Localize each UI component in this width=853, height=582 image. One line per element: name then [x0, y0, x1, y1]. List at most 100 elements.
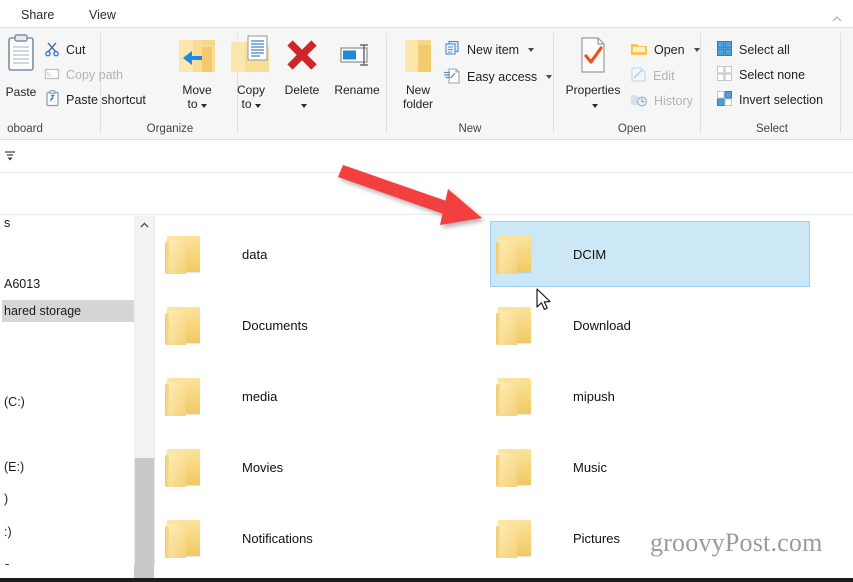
- new-item-button[interactable]: New item: [443, 39, 535, 61]
- invert-selection-button-label: Invert selection: [739, 93, 824, 107]
- sidebar-item-oneplus-a6013[interactable]: A6013: [2, 273, 40, 295]
- group-separator: [553, 33, 554, 133]
- red-x-icon: [279, 34, 325, 80]
- sidebar-item-internal-shared-storage[interactable]: hared storage: [2, 300, 134, 322]
- ribbon-options-icon[interactable]: [3, 149, 19, 163]
- sidebar-item-drive-c[interactable]: (C:): [2, 391, 25, 413]
- new-folder-button[interactable]: New folder: [390, 34, 446, 111]
- edit-pencil-icon: [630, 66, 647, 86]
- folder-icon: [491, 514, 537, 562]
- open-button-label: Open: [654, 43, 685, 57]
- sidebar-item-5[interactable]: ): [2, 488, 8, 510]
- bottom-spacer: [0, 565, 853, 578]
- edit-button[interactable]: Edit: [630, 65, 675, 87]
- tab-view-label: View: [89, 8, 116, 22]
- open-folder-icon: [630, 41, 648, 60]
- list-item[interactable]: mipush: [491, 363, 809, 429]
- copy-path-button[interactable]: \\.. Copy path: [44, 64, 123, 86]
- new-item-button-label: New item: [467, 43, 520, 57]
- tab-share[interactable]: Share: [12, 4, 63, 26]
- paste-shortcut-button[interactable]: Paste shortcut: [44, 89, 146, 111]
- group-label-open: Open: [617, 123, 647, 135]
- move-to-button[interactable]: Move to: [168, 34, 226, 111]
- easy-access-button[interactable]: Easy access: [443, 66, 553, 88]
- list-item-selected[interactable]: DCIM: [490, 221, 810, 287]
- caret-down-icon: [528, 48, 535, 52]
- group-separator: [386, 33, 387, 133]
- group-label-new: New: [458, 123, 482, 135]
- invert-selection-button[interactable]: Invert selection: [716, 89, 823, 111]
- select-none-button[interactable]: Select none: [716, 64, 805, 86]
- paste-shortcut-button-label: Paste shortcut: [66, 93, 146, 107]
- scrollbar-thumb-bottom[interactable]: [134, 565, 154, 578]
- list-item[interactable]: media: [160, 363, 478, 429]
- properties-caret-row: [558, 97, 628, 111]
- delete-button-label: Delete: [284, 83, 320, 97]
- chevron-up-icon[interactable]: [135, 216, 154, 234]
- svg-text:\\..: \\..: [47, 72, 54, 78]
- folder-icon: [160, 514, 206, 562]
- file-list[interactable]: data Documents media Movies Notification…: [155, 216, 853, 578]
- cut-button[interactable]: Cut: [44, 39, 85, 61]
- folder-icon: [491, 230, 537, 278]
- new-folder-icon: [395, 34, 441, 80]
- caret-down-icon: [300, 104, 307, 108]
- caret-down-icon: [693, 48, 700, 52]
- list-item[interactable]: Documents: [160, 292, 478, 358]
- list-item[interactable]: Notifications: [160, 505, 478, 571]
- delete-button[interactable]: Delete: [274, 34, 330, 111]
- select-none-icon: [716, 65, 733, 85]
- copy-to-button[interactable]: Copy to: [222, 34, 280, 111]
- easy-access-button-label: Easy access: [467, 70, 538, 84]
- rename-button[interactable]: Rename: [328, 34, 386, 97]
- folder-icon: [491, 301, 537, 349]
- properties-button-label: Properties: [565, 83, 621, 97]
- folder-move-icon: [172, 34, 222, 80]
- sidebar-item-drive-e[interactable]: (E:): [2, 456, 24, 478]
- folder-icon: [160, 301, 206, 349]
- rename-button-label: Rename: [334, 83, 380, 97]
- group-separator: [700, 33, 701, 133]
- list-item[interactable]: Movies: [160, 434, 478, 500]
- tab-view[interactable]: View: [80, 4, 125, 26]
- copy-to-button-label-2: to: [222, 97, 280, 111]
- list-item-label: Music: [573, 459, 607, 475]
- folder-icon: [160, 443, 206, 491]
- red-pointer-arrow: [330, 155, 510, 235]
- mouse-cursor: [536, 288, 554, 314]
- navigation-pane-scrollbar[interactable]: [134, 216, 154, 578]
- delete-caret-row: [274, 97, 330, 111]
- sidebar-item-6[interactable]: :): [2, 521, 12, 543]
- scrollbar-thumb[interactable]: [135, 458, 154, 576]
- select-all-button-label: Select all: [739, 43, 790, 57]
- folder-icon: [160, 230, 206, 278]
- caret-down-icon: [591, 104, 598, 108]
- cut-button-label: Cut: [66, 43, 86, 57]
- copy-path-icon: \\..: [44, 66, 60, 85]
- move-to-label-text: to: [187, 97, 198, 111]
- list-item-label: DCIM: [573, 246, 607, 262]
- chevron-up-icon[interactable]: [830, 12, 844, 26]
- properties-button[interactable]: Properties: [558, 34, 628, 111]
- folder-copy-icon: [226, 34, 276, 80]
- copy-to-button-label-1: Copy: [236, 83, 265, 97]
- list-item[interactable]: Music: [491, 434, 809, 500]
- select-none-button-label: Select none: [739, 68, 806, 82]
- caret-down-icon: [200, 104, 207, 108]
- list-item-label: mipush: [573, 388, 615, 404]
- select-all-button[interactable]: Select all: [716, 39, 790, 61]
- navigation-pane[interactable]: s A6013 hared storage (C:) (E:) ) :) s: [0, 216, 134, 578]
- select-all-icon: [716, 40, 733, 60]
- open-button[interactable]: Open: [630, 39, 700, 61]
- caret-down-icon: [254, 104, 261, 108]
- clipboard-icon: [0, 34, 42, 82]
- history-button[interactable]: History: [630, 90, 693, 112]
- list-item-label: Pictures: [573, 530, 620, 546]
- watermark: groovyPost.com: [650, 528, 823, 557]
- list-item-label: data: [242, 246, 268, 262]
- ribbon: oboard Organize New Open Select Paste Cu…: [0, 27, 853, 140]
- easy-access-icon: [443, 67, 461, 88]
- sidebar-item-0[interactable]: s: [2, 216, 10, 234]
- ribbon-tab-strip: Share View: [0, 0, 853, 27]
- group-separator: [840, 33, 841, 133]
